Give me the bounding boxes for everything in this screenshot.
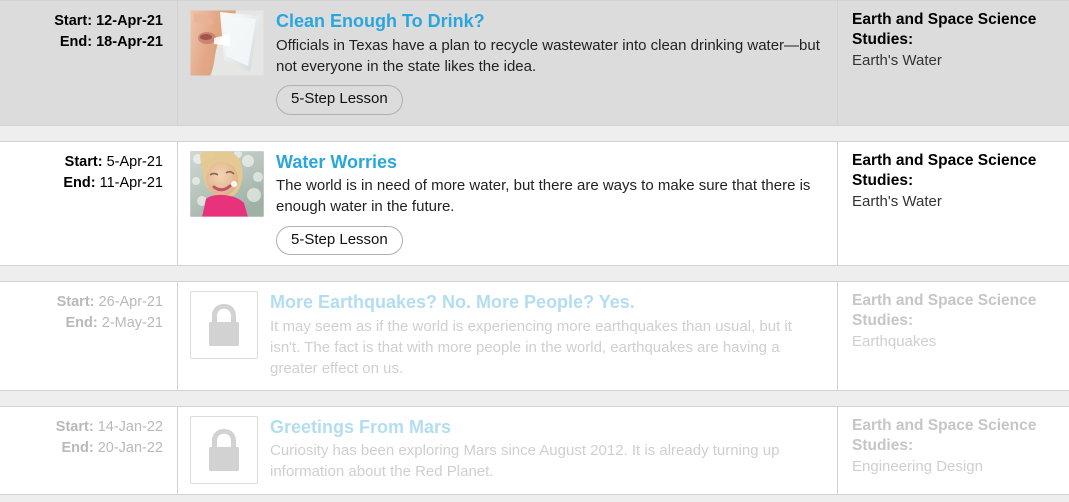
start-date-label: Start: bbox=[56, 294, 95, 311]
assignment-content: Greetings From Mars Curiosity has been e… bbox=[178, 406, 838, 494]
topic-subject: Earth's Water bbox=[852, 192, 942, 210]
five-step-lesson-button[interactable]: 5-Step Lesson bbox=[276, 225, 403, 256]
article-description: The world is in need of more water, but … bbox=[276, 177, 811, 216]
topic-heading: Earth and Space Science Studies: bbox=[852, 292, 1037, 330]
topic-heading: Earth and Space Science Studies: bbox=[852, 11, 1037, 49]
start-date-label: Start: bbox=[64, 153, 103, 170]
row-separator bbox=[0, 125, 1069, 141]
assignment-text-block: More Earthquakes? No. More People? Yes. … bbox=[270, 291, 823, 379]
start-date-value: 14-Jan-22 bbox=[97, 418, 163, 435]
locked-thumbnail bbox=[190, 415, 258, 484]
assignment-dates: Start: 12-Apr-21 End: 18-Apr-21 bbox=[0, 1, 178, 125]
end-date-value: 2-May-21 bbox=[101, 315, 163, 332]
start-date-value: 5-Apr-21 bbox=[106, 153, 163, 170]
assignment-text-block: Greetings From Mars Curiosity has been e… bbox=[270, 416, 823, 483]
assignment-content: Clean Enough To Drink? Officials in Texa… bbox=[178, 1, 838, 125]
end-date-label: End: bbox=[65, 315, 98, 332]
assignment-topic: Earth and Space Science Studies: Earthqu… bbox=[838, 282, 1069, 389]
start-date-line: Start: 26-Apr-21 bbox=[8, 292, 163, 313]
topic-subject: Earthquakes bbox=[852, 333, 937, 351]
article-thumbnail[interactable] bbox=[190, 10, 264, 76]
end-date-value: 20-Jan-22 bbox=[97, 439, 163, 456]
article-description: Officials in Texas have a plan to recycl… bbox=[276, 36, 820, 75]
start-date-label: Start: bbox=[55, 418, 94, 435]
start-date-value: 26-Apr-21 bbox=[98, 294, 163, 311]
end-date-value: 11-Apr-21 bbox=[99, 174, 163, 191]
article-title-link[interactable]: Greetings From Mars bbox=[270, 416, 451, 439]
lesson-assignment-list: Start: 12-Apr-21 End: 18-Apr-21 Clean En… bbox=[0, 0, 1069, 502]
assignment-topic: Earth and Space Science Studies: Earth's… bbox=[838, 142, 1069, 266]
row-separator bbox=[0, 390, 1069, 406]
assignment-row[interactable]: Start: 5-Apr-21 End: 11-Apr-21 Water Wor… bbox=[0, 140, 1069, 267]
photo-girl-in-water-spray bbox=[190, 150, 264, 217]
start-date-line: Start: 14-Jan-22 bbox=[8, 417, 163, 438]
start-date-line: Start: 12-Apr-21 bbox=[8, 11, 163, 32]
start-date-line: Start: 5-Apr-21 bbox=[8, 152, 163, 173]
assignment-text-block: Clean Enough To Drink? Officials in Texa… bbox=[276, 10, 823, 115]
locked-thumbnail bbox=[190, 291, 258, 360]
article-description: Curiosity has been exploring Mars since … bbox=[270, 442, 780, 481]
end-date-label: End: bbox=[59, 34, 93, 51]
article-title-link[interactable]: Clean Enough To Drink? bbox=[276, 10, 485, 33]
end-date-line: End: 2-May-21 bbox=[8, 313, 164, 334]
assignment-content: More Earthquakes? No. More People? Yes. … bbox=[178, 282, 838, 390]
end-date-line: End: 11-Apr-21 bbox=[8, 173, 163, 194]
topic-subject: Earth's Water bbox=[852, 52, 942, 70]
article-description: It may seem as if the world is experienc… bbox=[270, 317, 792, 378]
topic-heading: Earth and Space Science Studies: bbox=[852, 151, 1037, 189]
lock-icon bbox=[209, 304, 239, 347]
end-date-value: 18-Apr-21 bbox=[96, 34, 163, 51]
assignment-dates: Start: 26-Apr-21 End: 2-May-21 bbox=[0, 282, 178, 390]
end-date-label: End: bbox=[63, 174, 96, 191]
start-date-label: Start: bbox=[54, 13, 93, 29]
assignment-content: Water Worries The world is in need of mo… bbox=[178, 141, 838, 266]
assignment-row[interactable]: Start: 26-Apr-21 End: 2-May-21 More Eart… bbox=[0, 281, 1069, 391]
article-title-link[interactable]: More Earthquakes? No. More People? Yes. bbox=[270, 291, 635, 314]
five-step-lesson-button[interactable]: 5-Step Lesson bbox=[276, 85, 403, 115]
assignment-row[interactable]: Start: 12-Apr-21 End: 18-Apr-21 Clean En… bbox=[0, 0, 1069, 126]
assignment-dates: Start: 5-Apr-21 End: 11-Apr-21 bbox=[0, 141, 178, 266]
end-date-line: End: 18-Apr-21 bbox=[8, 32, 163, 53]
article-thumbnail[interactable] bbox=[190, 150, 264, 217]
assignment-topic: Earth and Space Science Studies: Earth's… bbox=[838, 1, 1069, 125]
lock-icon bbox=[209, 428, 239, 471]
topic-subject: Engineering Design bbox=[852, 457, 983, 475]
end-date-label: End: bbox=[61, 439, 94, 456]
row-separator bbox=[0, 266, 1069, 282]
assignment-dates: Start: 14-Jan-22 End: 20-Jan-22 bbox=[0, 406, 178, 494]
topic-heading: Earth and Space Science Studies: bbox=[852, 416, 1037, 454]
end-date-line: End: 20-Jan-22 bbox=[8, 438, 163, 459]
assignment-text-block: Water Worries The world is in need of mo… bbox=[276, 151, 823, 256]
start-date-value: 12-Apr-21 bbox=[96, 13, 163, 29]
photo-person-drinking-water bbox=[190, 10, 264, 76]
article-title-link[interactable]: Water Worries bbox=[276, 151, 397, 174]
assignment-row[interactable]: Start: 14-Jan-22 End: 20-Jan-22 Greeting… bbox=[0, 405, 1069, 495]
assignment-topic: Earth and Space Science Studies: Enginee… bbox=[838, 407, 1069, 494]
